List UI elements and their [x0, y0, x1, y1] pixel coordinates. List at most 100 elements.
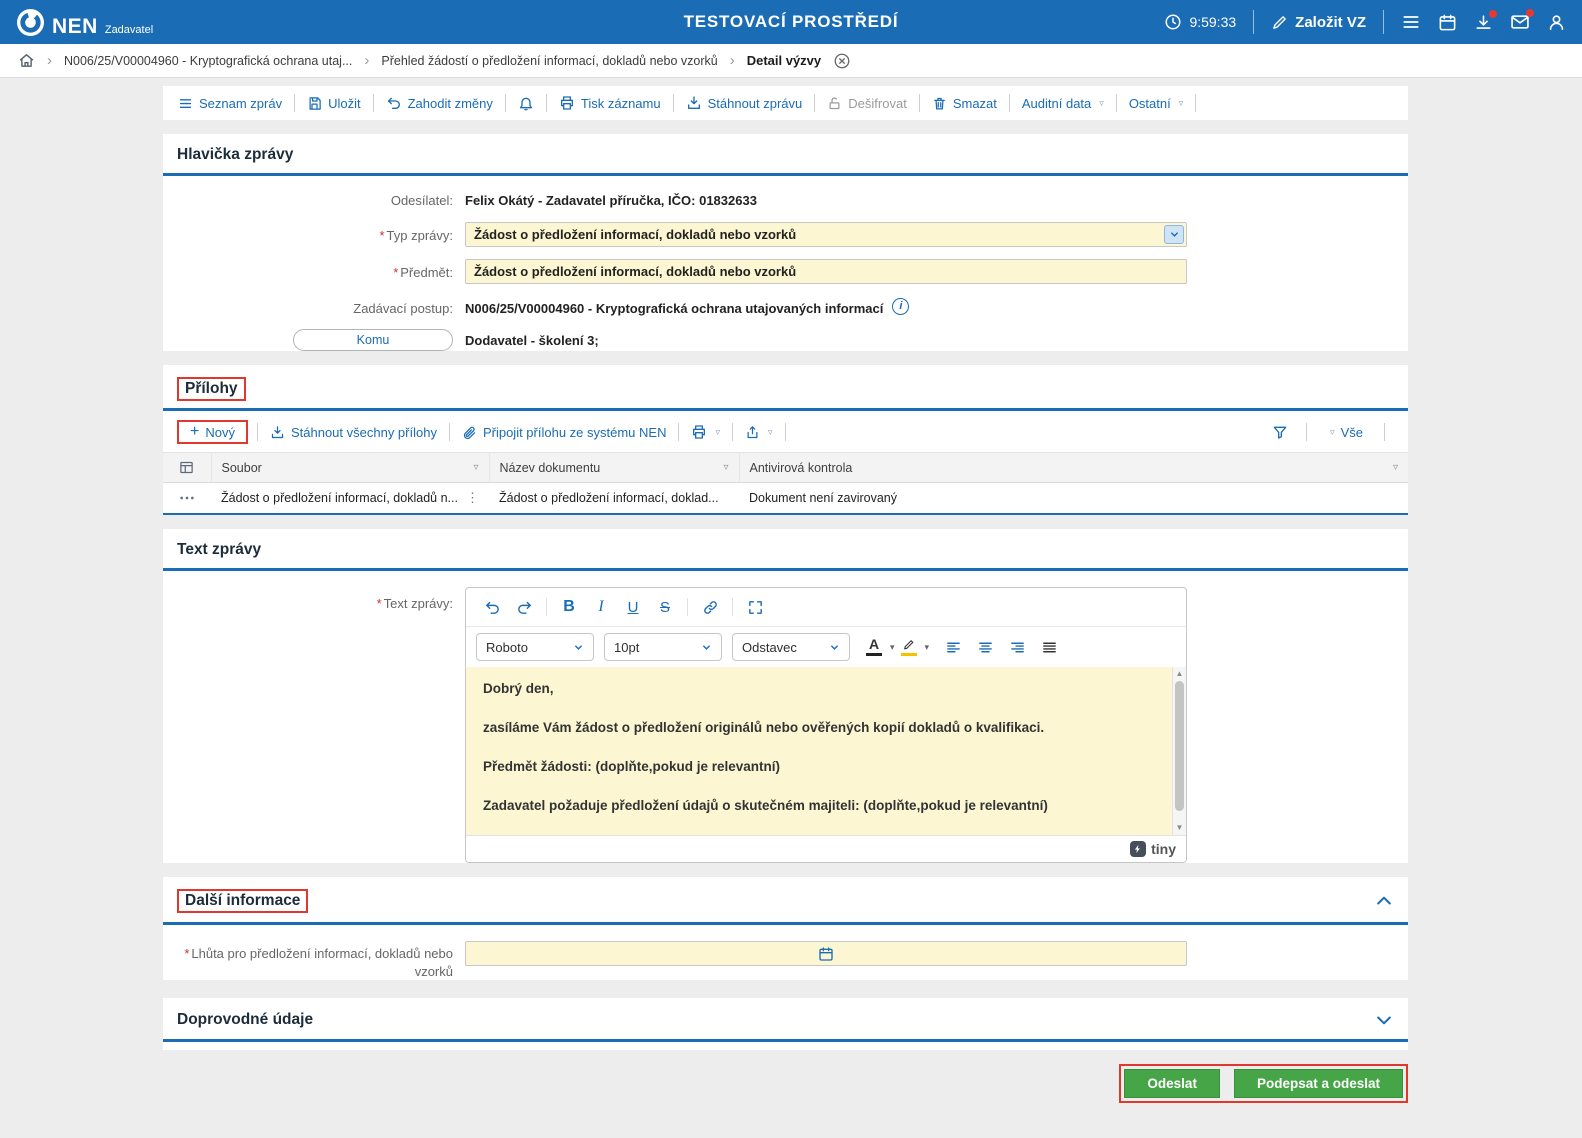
print-attachments-button[interactable]: ▿	[688, 424, 723, 440]
message-type-select[interactable]: Žádost o předložení informací, dokladů n…	[465, 221, 1187, 247]
annotation-box: Další informace	[177, 889, 309, 914]
download-all-attachments-button[interactable]: Stáhnout všechny přílohy	[267, 425, 440, 440]
required-marker	[184, 946, 189, 961]
drag-handle-icon[interactable]: ⋮	[466, 490, 479, 506]
new-attachment-label: Nový	[205, 424, 235, 440]
create-vz-button[interactable]: Založit VZ	[1271, 14, 1366, 31]
align-left-icon[interactable]	[937, 634, 969, 660]
column-header-document-name[interactable]: Název dokumentu ▿	[488, 452, 739, 484]
close-tab-icon[interactable]	[833, 52, 851, 70]
text-color-button[interactable]: A	[860, 634, 888, 660]
subject-input[interactable]: Žádost o předložení informací, dokladů n…	[465, 258, 1187, 284]
divider	[672, 94, 674, 112]
collapse-section-icon[interactable]	[1374, 891, 1394, 911]
editor-scrollbar[interactable]: ▲ ▼	[1172, 667, 1186, 836]
other-menu[interactable]: Ostatní ▿	[1126, 96, 1186, 111]
export-attachments-button[interactable]: ▿	[742, 425, 776, 440]
breadcrumb-separator: ›	[47, 52, 52, 69]
section-accompanying-data: Doprovodné údaje	[163, 998, 1408, 1051]
editor-content-area[interactable]: Dobrý den, zasíláme Vám žádost o předlož…	[466, 667, 1186, 836]
scroll-down-icon[interactable]: ▼	[1176, 823, 1184, 833]
printer-icon	[691, 424, 707, 440]
calendar-picker-icon[interactable]	[818, 946, 834, 962]
nen-brand[interactable]: NEN Zadavatel	[16, 8, 153, 37]
filter-funnel-icon[interactable]	[1272, 424, 1288, 440]
highlight-color-button[interactable]	[895, 634, 923, 660]
downloads-icon[interactable]	[1474, 9, 1497, 32]
menu-icon[interactable]	[1401, 12, 1421, 32]
download-message-label: Stáhnout zprávu	[707, 95, 803, 111]
editor-paragraph: Zadavatel požaduje předložení údajů o sk…	[483, 798, 1048, 814]
new-attachment-button[interactable]: + Nový	[187, 424, 238, 440]
undo-icon[interactable]	[476, 594, 508, 620]
section-attachments: Přílohy + Nový Stáhnout všechny přílohy …	[163, 365, 1408, 516]
cell-file: Žádost o předložení informací, dokladů n…	[221, 491, 458, 506]
bold-button[interactable]: B	[553, 594, 585, 620]
scrollbar-thumb[interactable]	[1175, 681, 1184, 812]
section-title: Text zprávy	[177, 541, 262, 559]
font-size-value: 10pt	[614, 639, 640, 655]
table-row[interactable]: Žádost o předložení informací, dokladů n…	[163, 483, 1408, 515]
breadcrumb-separator: ›	[729, 52, 735, 69]
column-filter-icon[interactable]: ▿	[1393, 462, 1398, 473]
redo-icon[interactable]	[508, 594, 540, 620]
send-button[interactable]: Odeslat	[1124, 1069, 1220, 1099]
column-filter-icon[interactable]: ▿	[473, 462, 478, 473]
row-actions-icon[interactable]	[173, 493, 201, 503]
attach-from-nen-button[interactable]: Připojit přílohu ze systému NEN	[459, 425, 670, 440]
recipient-button[interactable]: Komu	[293, 329, 453, 352]
sign-and-send-button[interactable]: Podepsat a odeslat	[1233, 1069, 1403, 1099]
procedure-value: N006/25/V00004960 - Kryptografická ochra…	[465, 300, 884, 316]
strikethrough-button[interactable]: S	[649, 594, 681, 620]
divider	[784, 423, 786, 442]
decrypt-button[interactable]: Dešifrovat	[824, 96, 910, 111]
audit-data-menu[interactable]: Auditní data ▿	[1019, 96, 1107, 111]
view-all-filter[interactable]: ▿ Vše	[1325, 425, 1366, 440]
font-family-select[interactable]: Roboto	[476, 633, 594, 662]
chevron-down-icon[interactable]: ▾	[925, 642, 930, 653]
column-header-icon[interactable]	[163, 452, 211, 484]
expand-section-icon[interactable]	[1374, 1010, 1394, 1030]
column-header-file[interactable]: Soubor ▿	[210, 452, 489, 484]
tiny-brand-label[interactable]: tiny	[1151, 841, 1176, 857]
align-right-icon[interactable]	[1001, 634, 1033, 660]
column-filter-icon[interactable]: ▿	[723, 462, 728, 473]
chevron-down-icon: ▿	[1330, 426, 1335, 437]
user-profile-icon[interactable]	[1547, 13, 1566, 32]
italic-button[interactable]: I	[585, 594, 617, 620]
notifications-bell-button[interactable]	[515, 95, 537, 111]
view-all-label: Vše	[1340, 424, 1363, 440]
block-format-select[interactable]: Odstavec	[732, 633, 850, 662]
scroll-up-icon[interactable]: ▲	[1176, 669, 1184, 679]
select-dropdown-button[interactable]	[1164, 224, 1184, 244]
save-button[interactable]: Uložit	[304, 96, 364, 111]
print-record-label: Tisk záznamu	[580, 95, 661, 111]
messages-icon[interactable]	[1510, 9, 1534, 32]
print-record-button[interactable]: Tisk záznamu	[556, 95, 664, 111]
discard-changes-button[interactable]: Zahodit změny	[383, 95, 496, 111]
breadcrumb-item-requests[interactable]: Přehled žádostí o předložení informací, …	[381, 54, 717, 68]
page-content: Seznam zpráv Uložit Zahodit změny Tisk z…	[163, 86, 1408, 1104]
paperclip-icon	[462, 425, 477, 440]
download-message-button[interactable]: Stáhnout zprávu	[683, 95, 806, 111]
underline-button[interactable]: U	[617, 594, 649, 620]
calendar-icon[interactable]	[1438, 13, 1457, 32]
home-icon[interactable]	[18, 52, 35, 69]
delete-button[interactable]: Smazat	[929, 96, 1000, 111]
deadline-date-input[interactable]	[465, 941, 1187, 967]
breadcrumb-item-procedure[interactable]: N006/25/V00004960 - Kryptografická ochra…	[64, 54, 352, 68]
form-row-message-text: Text zprávy: B I U S Rob	[177, 587, 1394, 864]
font-size-select[interactable]: 10pt	[604, 633, 722, 662]
form-row-message-type: Typ zprávy: Žádost o předložení informac…	[177, 221, 1394, 247]
breadcrumb-separator: ›	[364, 52, 370, 69]
column-header-antivirus[interactable]: Antivirová kontrola ▿	[738, 452, 1408, 484]
chevron-down-icon	[573, 642, 584, 653]
tiny-logo-icon	[1130, 841, 1147, 858]
link-icon[interactable]	[694, 594, 726, 620]
info-icon[interactable]: i	[892, 297, 910, 315]
message-list-button[interactable]: Seznam zpráv	[175, 96, 285, 111]
fullscreen-icon[interactable]	[739, 594, 771, 620]
align-justify-icon[interactable]	[1033, 634, 1065, 660]
align-center-icon[interactable]	[969, 634, 1001, 660]
delete-label: Smazat	[952, 95, 997, 111]
